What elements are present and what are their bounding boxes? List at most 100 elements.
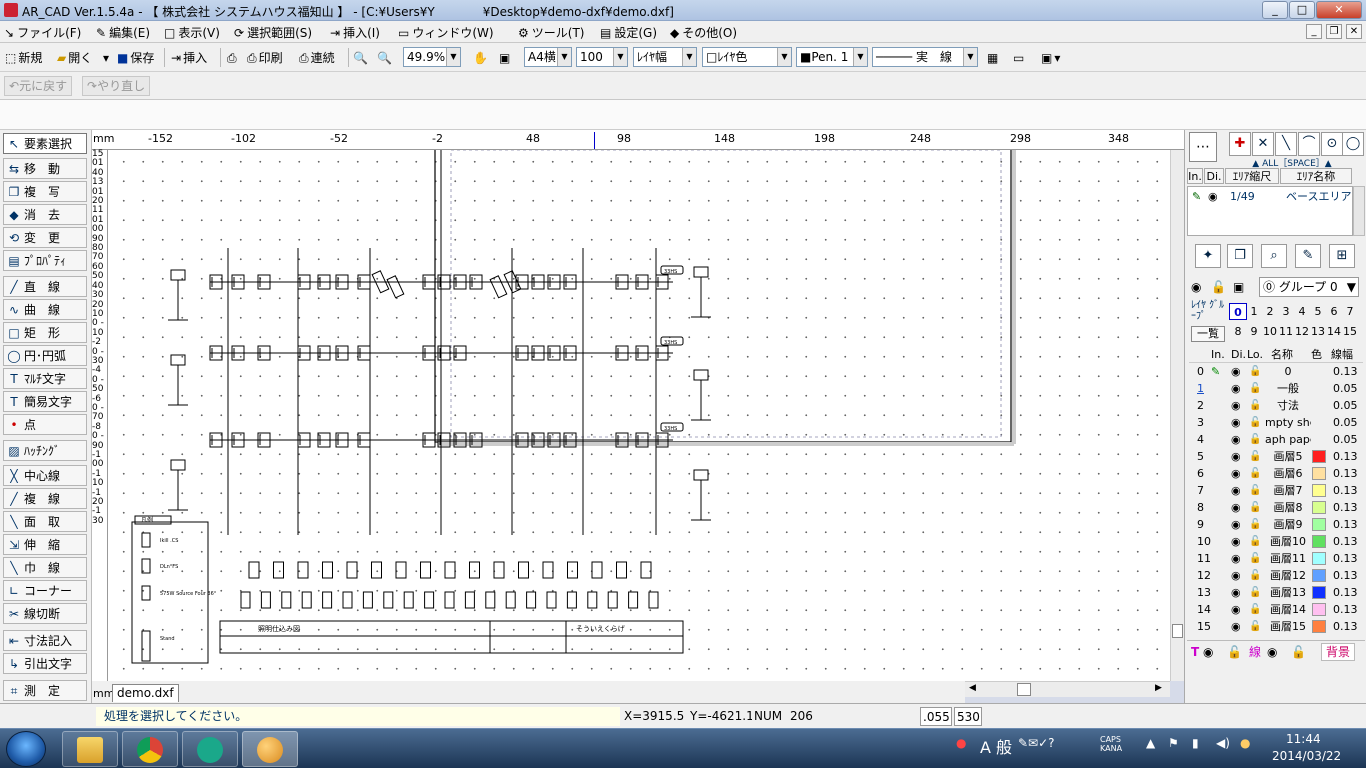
line-layer-toggle[interactable]: 線 (1249, 641, 1261, 663)
minimize-button[interactable]: _ (1262, 1, 1288, 19)
menu-other[interactable]: ◆ その他(O) (670, 24, 737, 41)
tool-delete[interactable]: ◆ 消 去 (3, 204, 87, 225)
group-select[interactable]: ⓪ グループ 0 ▼ (1259, 277, 1359, 297)
open-button[interactable]: ▰ 開く (56, 46, 93, 68)
tool-centerline[interactable]: ╳ 中心線 (3, 465, 87, 486)
tool-circle-arc[interactable]: ◯ 円･円弧 (3, 345, 87, 366)
print-button[interactable]: ⎙ 印刷 (246, 46, 284, 68)
insert-button[interactable]: ⇥ 挿入 (170, 46, 208, 68)
layer-row[interactable]: 15 ◉ 🔓 画層15 0.13 (1189, 618, 1363, 635)
snap-midpoint-button[interactable]: ⌒ (1298, 132, 1320, 156)
tool-corner[interactable]: ∟ コーナー (3, 580, 87, 601)
snap-line-button[interactable]: ╲ (1275, 132, 1297, 156)
menu-view[interactable]: □ 表示(V) (164, 24, 220, 41)
calculator-button[interactable]: ▦ (986, 46, 1001, 68)
tool-line-cut[interactable]: ✂ 線切断 (3, 603, 87, 624)
continuous-print-button[interactable]: ⎙ 連続 (298, 46, 336, 68)
update-icon[interactable]: ● (1240, 736, 1250, 750)
tool-simple-text[interactable]: T 簡易文字 (3, 391, 87, 412)
eye-icon[interactable]: ◉ (1203, 641, 1213, 663)
layer-row[interactable]: 7 ◉ 🔓 画層7 0.13 (1189, 482, 1363, 499)
background-button[interactable]: 背景 (1321, 643, 1356, 661)
scroll-left-icon[interactable]: ◀ (969, 683, 976, 693)
horizontal-scrollbar[interactable]: ◀ ▶ (965, 681, 1170, 697)
tool-measure[interactable]: ⌗ 測 定 (3, 680, 87, 701)
area-new-button[interactable]: ✦ (1195, 244, 1221, 268)
network-icon[interactable]: ▮ (1192, 736, 1199, 750)
menu-tools[interactable]: ⚙ ツール(T) (518, 24, 584, 41)
tool-offset-line[interactable]: ╱ 複 線 (3, 488, 87, 509)
tool-rectangle[interactable]: □ 矩 形 (3, 322, 87, 343)
drawing-canvas[interactable]: 33HS 33HS 33HS 凡例 Ikill .CS DLn°FS 575W Source… (108, 150, 1170, 681)
menu-insert[interactable]: ⇥ 挿入(I) (330, 24, 380, 41)
menu-selection[interactable]: ⟳ 選択範囲(S) (234, 24, 312, 41)
layer-group-7[interactable]: 7 (1341, 303, 1359, 320)
open-dropdown[interactable]: ▾ (102, 46, 110, 68)
taskbar-app[interactable] (182, 731, 238, 767)
eye-icon[interactable]: ◉ (1191, 276, 1201, 298)
paper-size-select[interactable]: A4横 ▼ (524, 47, 572, 67)
undo-button[interactable]: ↶元に戻す (4, 76, 73, 96)
layer-row[interactable]: 11 ◉ 🔓 画層11 0.13 (1189, 550, 1363, 567)
layer-row[interactable]: 0 ✎ ◉ 🔓 0 0.13 (1189, 363, 1363, 380)
tool-move[interactable]: ⇆ 移 動 (3, 158, 87, 179)
tool-hatching[interactable]: ▨ ﾊｯﾁﾝｸﾞ (3, 440, 87, 461)
vertical-scrollbar[interactable] (1170, 150, 1184, 681)
layer-row[interactable]: 4 ◉ 🔓aph pape 0.05 (1189, 431, 1363, 448)
snap-circle-button[interactable]: ◯ (1342, 132, 1364, 156)
start-button[interactable] (6, 731, 46, 767)
redo-button[interactable]: ↷やり直し (82, 76, 151, 96)
zoom-out-button[interactable]: 🔍 (376, 46, 395, 68)
layout-button[interactable]: ▣ ▾ (1040, 46, 1061, 68)
tool-properties[interactable]: ▤ ﾌﾟﾛﾊﾟﾃｨ (3, 250, 87, 271)
ime-toolbar-icons[interactable]: ✎✉✓? (1018, 736, 1055, 750)
layer-row[interactable]: 3 ◉ 🔓mpty she 0.05 (1189, 414, 1363, 431)
zoom-in-button[interactable]: 🔍 (352, 46, 371, 68)
snap-center-button[interactable]: ⊙ (1321, 132, 1343, 156)
area-row[interactable]: ✎ ◉ 1/49 ベースエリア (1190, 189, 1352, 205)
lock-icon[interactable]: 🔓 (1227, 641, 1242, 663)
tool-chamfer[interactable]: ╲ 面 取 (3, 511, 87, 532)
text-layer-toggle[interactable]: T (1191, 641, 1199, 663)
lock-icon[interactable]: 🔓 (1211, 276, 1226, 298)
scale-select[interactable]: 100 ▼ (576, 47, 628, 67)
layer-row[interactable]: 2 ◉ 🔓 寸法 0.05 (1189, 397, 1363, 414)
taskbar-arcad[interactable] (242, 731, 298, 767)
area-scrollbar[interactable] (1353, 186, 1365, 236)
layer-group-15[interactable]: 15 (1341, 323, 1359, 340)
layer-row[interactable]: 6 ◉ 🔓 画層6 0.13 (1189, 465, 1363, 482)
layer-width-select[interactable]: ﾚｲﾔ幅 ▼ (633, 47, 697, 67)
scroll-right-icon[interactable]: ▶ (1155, 683, 1162, 693)
maximize-button[interactable]: □ (1289, 1, 1315, 19)
horizontal-scroll-thumb[interactable] (1017, 683, 1031, 696)
new-button[interactable]: ⬚ 新規 (4, 46, 43, 68)
screen-button[interactable]: ▭ (1012, 46, 1027, 68)
menu-file[interactable]: ↘ ファイル(F) (4, 24, 81, 41)
layer-row[interactable]: 8 ◉ 🔓 画層8 0.13 (1189, 499, 1363, 516)
area-copy-button[interactable]: ❐ (1227, 244, 1253, 268)
area-search-button[interactable]: ⌕ (1261, 244, 1287, 268)
vertical-scroll-thumb[interactable] (1172, 624, 1183, 638)
tool-curve[interactable]: ∿ 曲 線 (3, 299, 87, 320)
tool-change[interactable]: ⟲ 変 更 (3, 227, 87, 248)
linetype-select[interactable]: ───── 実 線 ▼ (872, 47, 978, 67)
tool-dimension[interactable]: ⇤ 寸法記入 (3, 630, 87, 651)
zoom-select[interactable]: 49.9% ▼ (403, 47, 461, 67)
tool-stretch[interactable]: ⇲ 伸 縮 (3, 534, 87, 555)
mdi-restore-button[interactable]: ❐ (1326, 24, 1342, 39)
close-button[interactable]: ✕ (1316, 1, 1362, 19)
tool-point[interactable]: • 点 (3, 414, 87, 435)
tool-copy[interactable]: ❐ 複 写 (3, 181, 87, 202)
layer-row[interactable]: 13 ◉ 🔓 画層13 0.13 (1189, 584, 1363, 601)
taskbar-explorer[interactable] (62, 731, 118, 767)
tool-width-line[interactable]: ╲ 巾 線 (3, 557, 87, 578)
tool-line[interactable]: ╱ 直 線 (3, 276, 87, 297)
mdi-close-button[interactable]: ✕ (1346, 24, 1362, 39)
snap-intersection-button[interactable]: ✕ (1252, 132, 1274, 156)
layer-row[interactable]: 12 ◉ 🔓 画層12 0.13 (1189, 567, 1363, 584)
pen-select[interactable]: ■Pen. 1 ▼ (796, 47, 868, 67)
layer-row[interactable]: 5 ◉ 🔓 画層5 0.13 (1189, 448, 1363, 465)
ime-mode[interactable]: A 般 (980, 734, 1012, 758)
pan-button[interactable]: ✋ (472, 46, 491, 68)
clock-time[interactable]: 11:44 (1286, 732, 1321, 746)
